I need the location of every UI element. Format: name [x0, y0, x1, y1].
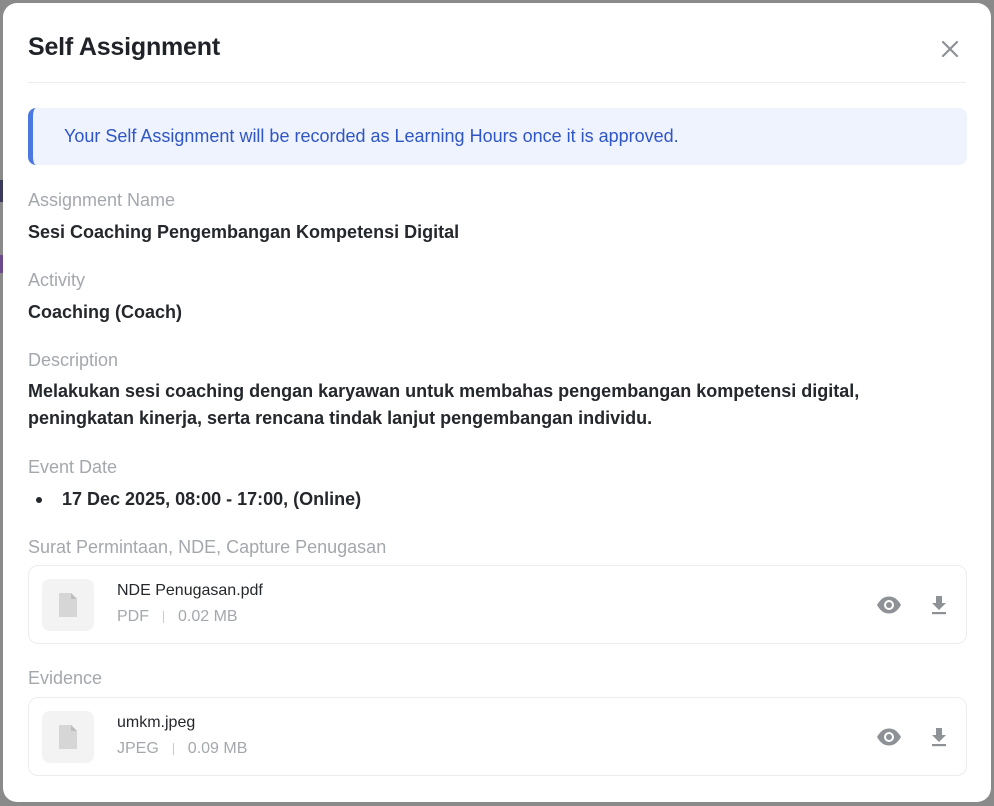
download-icon [932, 596, 946, 615]
file-meta: JPEG 0.09 MB [117, 740, 247, 758]
download-file-button[interactable] [925, 723, 953, 751]
download-file-button[interactable] [925, 591, 953, 619]
file-type: PDF [117, 608, 149, 625]
activity-label: Activity [28, 270, 86, 290]
file-thumbnail [42, 711, 94, 763]
event-date-label: Event Date [28, 457, 118, 477]
info-banner-text: Your Self Assignment will be recorded as… [64, 126, 679, 146]
event-date-item: 17 Dec 2025, 08:00 - 17:00, (Online) [36, 489, 361, 510]
modal-header: Self Assignment [28, 3, 966, 83]
eye-icon [877, 728, 901, 746]
close-icon [941, 40, 959, 58]
file-size: 0.02 MB [178, 608, 238, 625]
event-date-text: 17 Dec 2025, 08:00 - 17:00, (Online) [62, 489, 362, 509]
close-button[interactable] [938, 37, 962, 61]
bullet-dot [36, 496, 42, 503]
file-icon [59, 725, 77, 749]
info-banner: Your Self Assignment will be recorded as… [28, 108, 967, 165]
description-label: Description [28, 350, 119, 370]
file-type: JPEG [117, 740, 159, 757]
attachment-file-card: NDE Penugasan.pdf PDF 0.02 MB [28, 565, 967, 644]
file-meta: PDF 0.02 MB [117, 608, 238, 626]
download-icon [932, 728, 946, 747]
evidence-label: Evidence [28, 668, 103, 688]
file-icon [59, 593, 77, 617]
file-name: umkm.jpeg [117, 714, 196, 731]
attachments-label: Surat Permintaan, NDE, Capture Penugasan [28, 537, 387, 557]
meta-separator [163, 611, 164, 623]
evidence-file-card: umkm.jpeg JPEG 0.09 MB [28, 697, 967, 776]
activity-value: Coaching (Coach) [28, 302, 183, 322]
self-assignment-modal: Self Assignment Your Self Assignment wil… [3, 3, 991, 802]
file-size: 0.09 MB [187, 740, 248, 757]
file-name: NDE Penugasan.pdf [117, 582, 263, 599]
assignment-name-value: Sesi Coaching Pengembangan Kompetensi Di… [28, 222, 460, 242]
file-thumbnail [42, 579, 94, 631]
meta-separator [172, 743, 174, 755]
view-file-button[interactable] [875, 723, 903, 751]
description-value: Melakukan sesi coaching dengan karyawan … [28, 381, 860, 428]
assignment-name-label: Assignment Name [28, 190, 176, 210]
view-file-button[interactable] [875, 591, 903, 619]
eye-icon [877, 596, 901, 614]
modal-title: Self Assignment [28, 33, 220, 61]
